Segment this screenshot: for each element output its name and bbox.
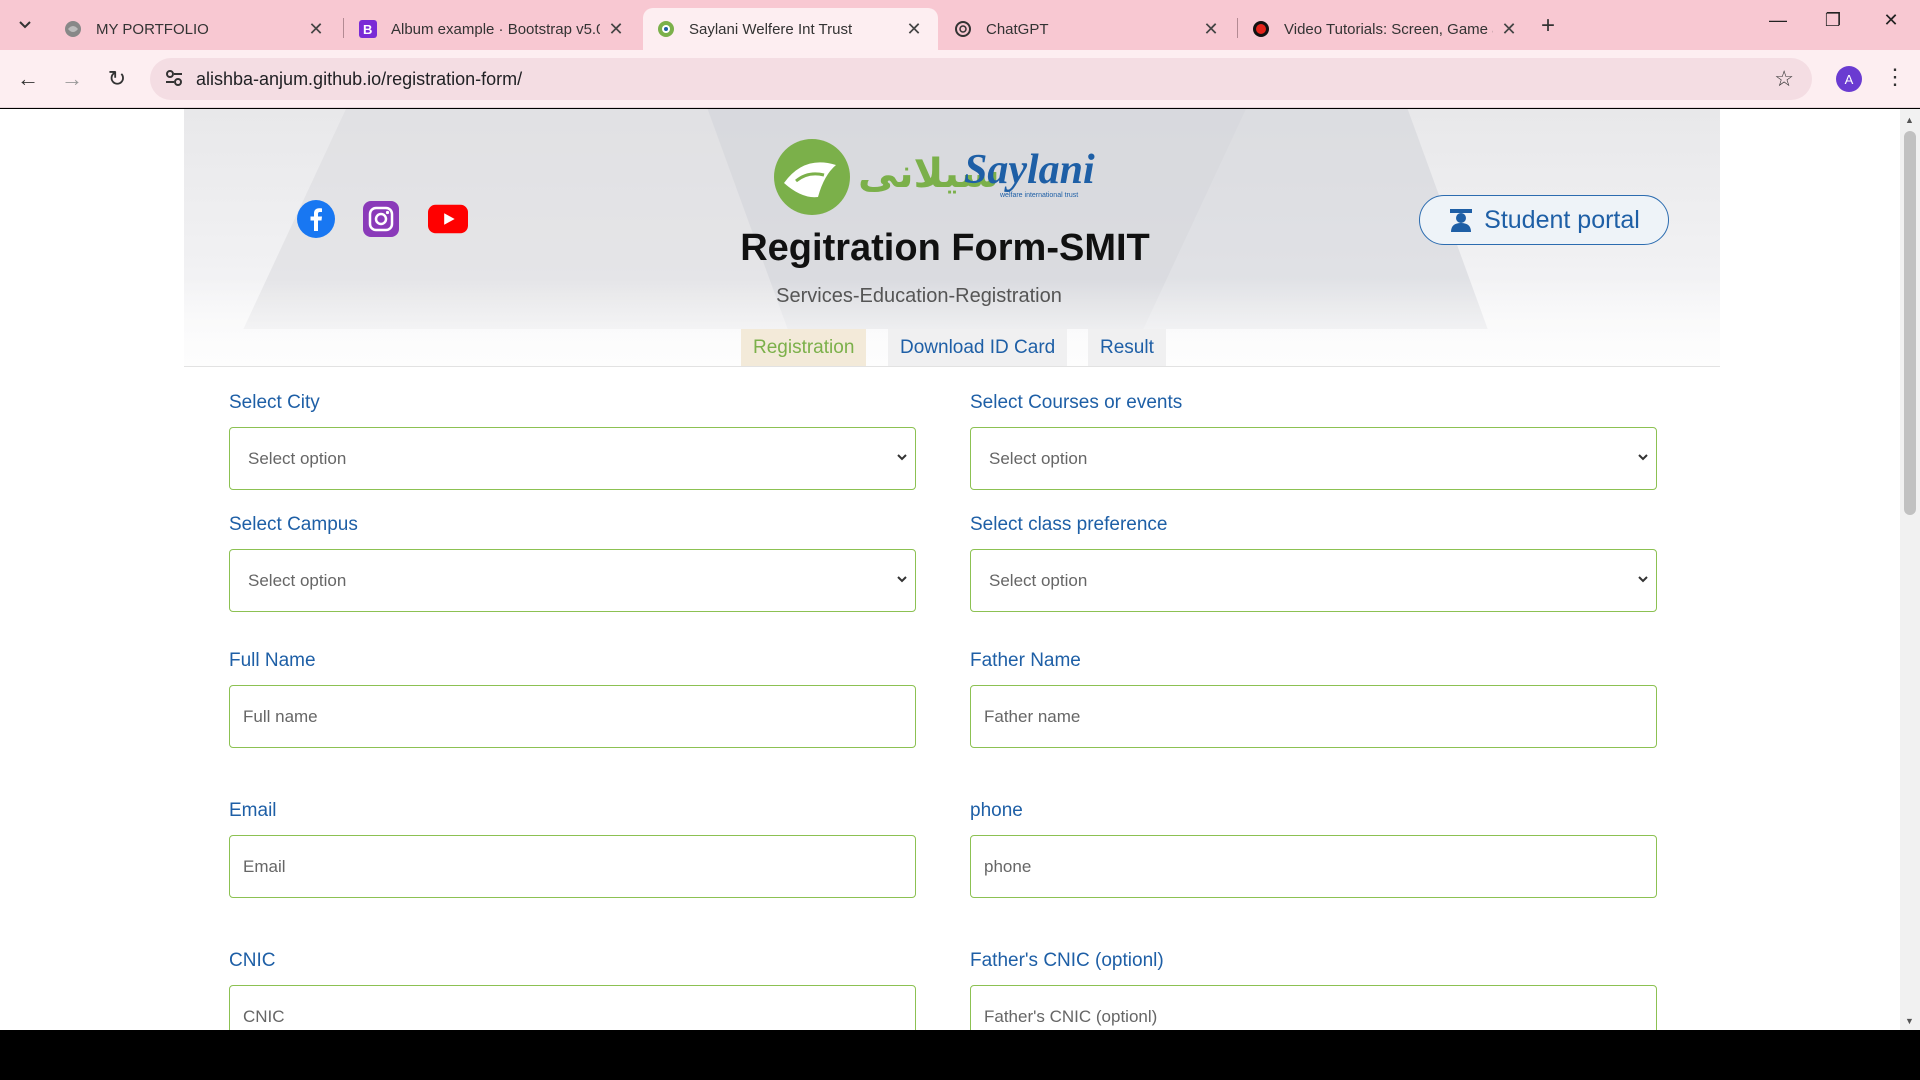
saylani-icon [657,20,675,38]
cnic-label: CNIC [229,950,276,971]
cnic-placeholder: CNIC [243,1006,285,1026]
forward-icon[interactable]: → [57,66,87,92]
tab-title: ChatGPT [986,20,1049,38]
tab-separator [343,18,344,38]
full-name-field[interactable]: Full name [229,685,916,748]
tab-title: Saylani Welfere Int Trust [689,20,853,38]
campus-label: Select Campus [229,514,358,535]
new-tab-icon[interactable]: + [1541,12,1555,40]
father-cnic-placeholder: Father's CNIC (optionl) [984,1006,1158,1026]
chevron-down-icon [1638,454,1648,461]
close-icon[interactable]: ✕ [1499,19,1519,40]
scroll-down-icon[interactable]: ▼ [1905,1016,1914,1026]
tab-title: Video Tutorials: Screen, Game a [1284,20,1493,38]
father-cnic-field[interactable]: Father's CNIC (optionl) [970,985,1657,1030]
campus-select[interactable]: Select option [229,549,916,612]
tab-registration[interactable]: Registration [741,329,867,367]
father-name-placeholder: Father name [984,706,1081,726]
campus-select-value: Select option [248,570,347,590]
globe-icon [64,20,82,38]
city-select[interactable]: Select option [229,427,916,490]
courses-select[interactable]: Select option [970,427,1657,490]
scroll-up-icon[interactable]: ▲ [1905,115,1914,125]
tab-portfolio[interactable]: MY PORTFOLIO ✕ [50,8,340,50]
close-icon[interactable]: ✕ [1201,19,1221,40]
tab-result[interactable]: Result [1088,329,1166,367]
tab-download-id-card[interactable]: Download ID Card [888,329,1068,367]
class-preference-select-value: Select option [989,570,1088,590]
menu-icon[interactable]: ⋮ [1884,64,1906,90]
tab-bootstrap[interactable]: B Album example · Bootstrap v5.0 ✕ [345,8,640,50]
tab-title: MY PORTFOLIO [96,20,209,38]
tab-saylani[interactable]: Saylani Welfere Int Trust ✕ [643,8,938,50]
header-divider [184,366,1720,367]
logo-text: Saylani [964,147,1095,193]
reload-icon[interactable]: ↻ [102,66,132,92]
student-portal-button[interactable]: Student portal [1419,195,1669,245]
full-name-placeholder: Full name [243,706,318,726]
svg-text:B: B [363,22,372,37]
saylani-logo: سیلانی Saylani welfare international tru… [774,135,1104,225]
bootstrap-icon: B [359,20,377,38]
page-subtitle: Services-Education-Registration [776,285,1062,307]
logo-tagline: welfare international trust [999,192,1078,199]
phone-field[interactable]: phone [970,835,1657,898]
back-icon[interactable]: ← [13,66,43,92]
site-settings-icon[interactable] [164,68,184,88]
vertical-scrollbar[interactable]: ▲ ▼ [1900,109,1920,1030]
minimize-icon[interactable]: — [1758,10,1798,31]
tab-video-tutorials[interactable]: Video Tutorials: Screen, Game a ✕ [1238,8,1533,50]
close-icon[interactable]: ✕ [606,19,626,40]
phone-placeholder: phone [984,856,1032,876]
taskbar-area [0,1030,1920,1080]
email-field[interactable]: Email [229,835,916,898]
courses-label: Select Courses or events [970,392,1183,413]
url-text: alishba-anjum.github.io/registration-for… [196,69,523,89]
student-icon [1450,209,1473,232]
page-content: سیلانی Saylani welfare international tru… [0,109,1900,1030]
address-bar[interactable]: alishba-anjum.github.io/registration-for… [150,58,1812,100]
father-name-label: Father Name [970,650,1081,671]
city-select-value: Select option [248,448,347,468]
tab-chatgpt[interactable]: ChatGPT ✕ [940,8,1235,50]
close-icon[interactable]: ✕ [904,19,924,40]
tab-strip: MY PORTFOLIO ✕ B Album example · Bootstr… [0,0,1920,50]
phone-label: phone [970,800,1023,821]
close-window-icon[interactable]: ✕ [1871,10,1911,31]
avatar[interactable]: A [1836,66,1862,92]
courses-select-value: Select option [989,448,1088,468]
father-name-field[interactable]: Father name [970,685,1657,748]
restore-icon[interactable]: ❐ [1813,10,1853,31]
tab-title: Album example · Bootstrap v5.0 [391,20,600,38]
class-preference-select[interactable]: Select option [970,549,1657,612]
close-icon[interactable]: ✕ [306,19,326,40]
full-name-label: Full Name [229,650,316,671]
cnic-field[interactable]: CNIC [229,985,916,1030]
city-label: Select City [229,392,320,413]
class-preference-label: Select class preference [970,514,1168,535]
record-icon [1252,20,1270,38]
father-cnic-label: Father's CNIC (optionl) [970,950,1164,971]
bookmark-star-icon[interactable]: ☆ [1774,66,1794,92]
email-placeholder: Email [243,856,286,876]
browser-toolbar: ← → ↻ alishba-anjum.github.io/registrati… [0,50,1920,108]
scrollbar-thumb[interactable] [1904,131,1916,515]
tab-search-icon[interactable] [12,12,38,38]
chatgpt-icon [954,20,972,38]
student-portal-label: Student portal [1484,205,1640,234]
chevron-down-icon [897,454,907,461]
chevron-down-icon [1638,576,1648,583]
email-label: Email [229,800,277,821]
chevron-down-icon [897,576,907,583]
